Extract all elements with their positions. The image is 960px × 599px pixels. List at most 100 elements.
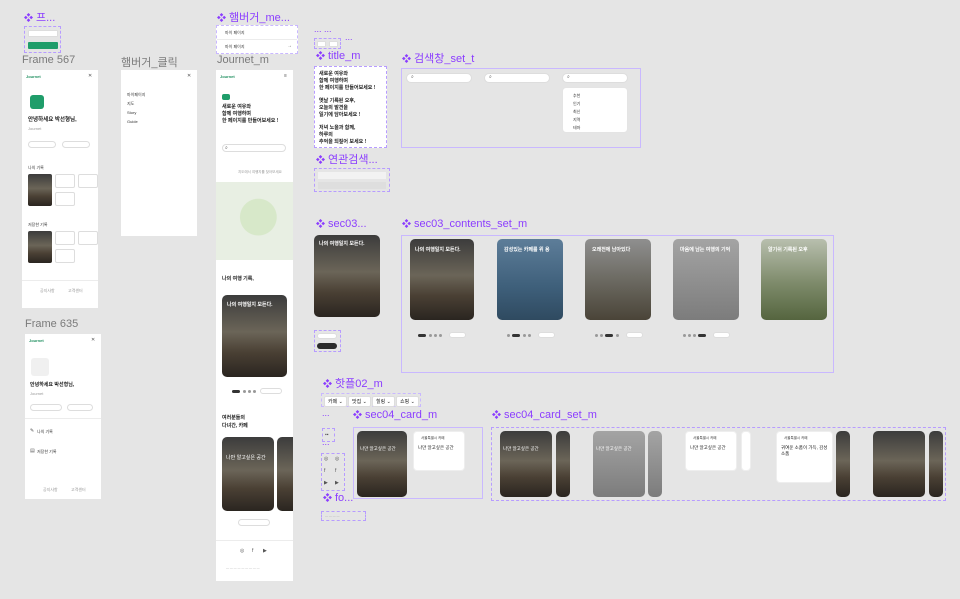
label-hotplace02[interactable]: 핫플02_m [323,375,383,391]
sec04-card[interactable] [648,431,662,497]
label-related-search[interactable]: 연관검색... [316,151,378,167]
edit-profile-button[interactable] [30,404,62,411]
sec04-card[interactable] [836,431,850,497]
label-peu[interactable]: 프... [24,9,55,25]
pagination-active[interactable] [418,334,426,337]
green-button[interactable] [28,42,58,49]
icon-toggle[interactable]: ▪▪ [322,428,335,442]
pagination-active[interactable] [512,334,520,337]
footer-support[interactable]: 고객센터 [68,288,83,294]
label-dots2[interactable]: ... [345,32,353,42]
youtube-icon[interactable]: ▶ [335,480,339,486]
sec03-card[interactable]: 나의 여행일지 모든다. [314,235,380,317]
youtube-icon[interactable]: ▶ [324,480,328,486]
footer-notice[interactable]: 공지사항 [43,487,58,493]
label-sec03-contents[interactable]: sec03_contents_set_m [402,218,527,230]
outline-button[interactable] [28,30,58,37]
chip-restaurant[interactable]: 맛집 ⌄ [348,396,371,407]
label-title-m[interactable]: title_m [316,50,360,62]
pagination-dot[interactable] [439,334,442,337]
label-sec04-card-set[interactable]: sec04_card_set_m [492,409,597,421]
pagination-dot[interactable] [243,390,246,393]
mypage-item[interactable]: 마이 페이지 [225,44,245,49]
pagination-dot[interactable] [528,334,531,337]
frame-label-journet-m[interactable]: Journet_m [217,54,269,66]
pagination-dot[interactable] [232,390,240,393]
label-sec03[interactable]: sec03... [316,218,367,230]
content-card[interactable]: 나의 여행일지 모든다. [410,239,474,320]
record-card-mini[interactable] [78,174,98,188]
story-card[interactable]: 나의 여행일지 모든다. [222,295,287,377]
hotplace-chip-set[interactable]: 카페 ⌄ 맛집 ⌄ 힐링 ⌄ 쇼핑 ⌄ [321,393,421,407]
dropdown-item[interactable]: 지역 [573,117,580,122]
instagram-icon[interactable]: ◎ [324,456,328,462]
sec04-card[interactable] [556,431,570,497]
related-search-component[interactable] [314,168,390,192]
saved-card-mini[interactable] [55,231,75,245]
pagination-dot[interactable] [248,390,251,393]
search-bar[interactable] [484,73,550,83]
dropdown-item[interactable]: 최신 [573,109,580,114]
footer-notice[interactable]: 공지사항 [40,288,55,294]
record-card-mini[interactable] [55,174,75,188]
instagram-icon[interactable]: ◎ [335,456,339,462]
place-card[interactable] [277,437,293,511]
menu-item-story[interactable]: Story [127,110,136,115]
saved-card-mini[interactable] [78,231,98,245]
sec04-card-white[interactable]: 서울특별시 카페 귀여운 소품이 가득, 감성소품 [776,431,833,483]
sec03-button-set[interactable] [314,330,341,352]
facebook-icon[interactable]: f [335,468,336,474]
sec04-card[interactable] [873,431,925,497]
pagination-dot[interactable] [595,334,598,337]
chip-cafe[interactable]: 카페 ⌄ [324,396,347,407]
sec04-card[interactable]: 나만 알고싶은 공간 [500,431,552,497]
hamburger-me-component[interactable]: 마이 페이지 마이 페이지 → [216,25,298,54]
facebook-icon[interactable]: f [324,468,325,474]
dropdown-item[interactable]: 테마 [573,125,580,130]
label-fo[interactable]: fo... [323,492,353,504]
view-more-button[interactable] [449,332,466,338]
view-more-button[interactable] [713,332,730,338]
content-card[interactable]: 오래전에 남아있다 [585,239,651,320]
pagination-active[interactable] [698,334,706,337]
pagination-dot[interactable] [693,334,696,337]
label-dots3[interactable]: ... [322,408,330,418]
record-card-mini[interactable] [55,192,75,206]
sec04-card[interactable]: 나만 알고싶은 공간 [357,431,407,497]
saved-card[interactable] [28,231,52,263]
view-more-button[interactable] [538,332,555,338]
frame-label-hamburger-click[interactable]: 햄버거_클릭 [121,54,178,70]
footer-support[interactable]: 고객센터 [71,487,86,493]
search-dropdown[interactable]: 추천 인기 최신 지역 테마 [562,87,628,133]
view-more-button[interactable] [626,332,643,338]
mypage-item[interactable]: 마이 페이지 [225,30,245,35]
arrow-buttons[interactable] [314,38,341,49]
sec04-card[interactable]: 나만 알고싶은 공간 [593,431,645,497]
facebook-icon[interactable]: f [252,548,253,554]
pagination-dot[interactable] [253,390,256,393]
logout-button[interactable] [62,141,90,148]
place-card[interactable]: 나만 알고싶은 공간 [222,437,274,511]
youtube-icon[interactable]: ▶ [263,548,267,554]
edit-profile-button[interactable] [28,141,56,148]
title-m-component[interactable]: 새로운 여유와 함께 여행하며 한 페이지를 만들어보세요 ! 옛날 기록된 오… [314,66,387,148]
close-icon[interactable]: ✕ [187,73,191,79]
more-places-button[interactable] [238,519,270,526]
pagination-dot[interactable] [683,334,686,337]
menu-icon[interactable]: ≡ [284,73,287,79]
related-item[interactable] [318,182,386,189]
menu-item-guide[interactable]: Guide [127,119,138,124]
pagination-dot[interactable] [507,334,510,337]
outline-button[interactable] [317,333,337,339]
menu-my-records[interactable]: 나의 기록 [37,429,53,434]
dropdown-item[interactable]: 추천 [573,93,580,98]
search-bar[interactable] [562,73,628,83]
content-card[interactable]: 감성있는 카페를 위 용 [497,239,563,320]
pagination-dot[interactable] [523,334,526,337]
content-card[interactable]: 마음에 남는 여행의 기억 [673,239,739,320]
map-image[interactable] [216,182,293,260]
sec4-sub[interactable]: 다녀간, 카페 [222,423,248,430]
prev-button[interactable] [317,41,326,47]
chip-shopping[interactable]: 쇼핑 ⌄ [396,396,419,407]
menu-saved-records[interactable]: 저장한 기록 [37,449,57,454]
